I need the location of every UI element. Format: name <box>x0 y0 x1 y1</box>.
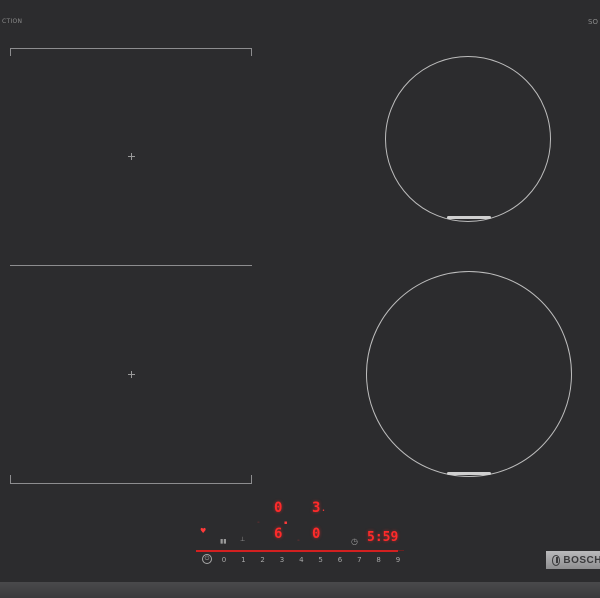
scale-step[interactable]: 0 <box>220 556 228 564</box>
cross-marker-icon <box>128 371 135 378</box>
combi-icon[interactable]: ⊥ <box>240 536 245 543</box>
wifi-icon: ♥ <box>200 527 207 535</box>
ring-marker <box>447 216 491 219</box>
cooktop-frame <box>0 582 600 598</box>
brand-label-top-left: CTION <box>2 18 23 25</box>
zone-level-display: 0 <box>312 526 321 542</box>
zone-level-display: 3 <box>312 500 321 516</box>
bosch-logo-icon <box>552 554 561 566</box>
flex-zone-rear[interactable] <box>10 48 252 266</box>
touch-slider[interactable] <box>196 550 398 552</box>
scale-step[interactable]: 5 <box>317 556 325 564</box>
power-scale[interactable]: 0 1 2 3 4 5 6 7 8 9 <box>220 554 402 566</box>
flex-zone-front-bottom-line <box>10 483 252 484</box>
brand-logo-plate: BOSCH <box>546 551 600 569</box>
zone-level-display: 0 <box>274 500 283 516</box>
booster-icon[interactable]: ▮▮ <box>220 538 227 545</box>
timer-icon[interactable]: ◷ <box>351 537 358 546</box>
flex-zone-rear-top-line <box>10 48 252 49</box>
brand-logo-text: BOSCH <box>563 554 600 566</box>
scale-step[interactable]: 7 <box>355 556 363 564</box>
zone-level-display: 6 <box>274 526 283 542</box>
cross-marker-icon <box>128 153 135 160</box>
brand-label-top-right: SO <box>588 18 598 26</box>
power-icon[interactable]: ⏻ <box>202 554 212 564</box>
scale-step[interactable]: 4 <box>297 556 305 564</box>
ring-marker <box>447 472 491 475</box>
timer-display: 5:59 <box>367 530 399 545</box>
scale-step[interactable]: 8 <box>375 556 383 564</box>
scale-step[interactable]: 6 <box>336 556 344 564</box>
scale-step[interactable]: 2 <box>259 556 267 564</box>
cooking-zone-rear-right[interactable] <box>385 56 551 222</box>
scale-step[interactable]: 9 <box>394 556 402 564</box>
scale-step[interactable]: 3 <box>278 556 286 564</box>
flex-zone-front[interactable] <box>10 266 252 484</box>
cooking-zone-front-right[interactable] <box>366 271 572 477</box>
scale-step[interactable]: 1 <box>239 556 247 564</box>
